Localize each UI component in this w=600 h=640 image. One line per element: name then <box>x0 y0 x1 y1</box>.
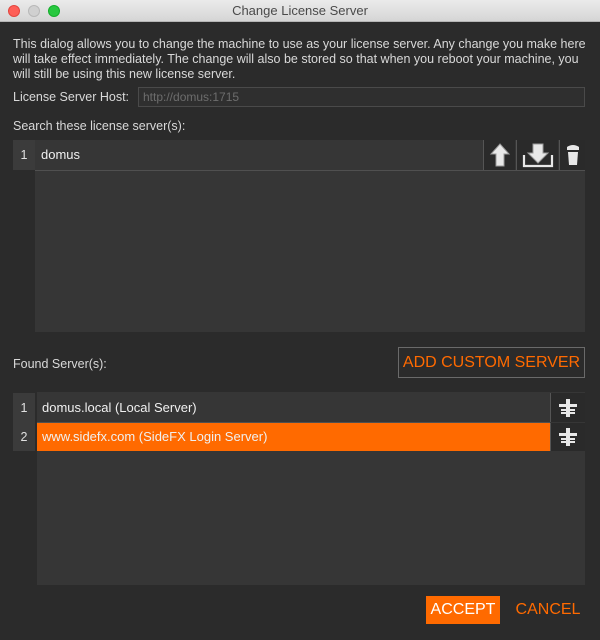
found-servers-label: Found Server(s): <box>13 357 107 371</box>
arrow-up-icon <box>489 143 510 167</box>
search-row-number: 1 <box>13 140 35 170</box>
move-up-button[interactable] <box>483 140 515 170</box>
license-server-host-input[interactable] <box>138 87 585 107</box>
trash-icon <box>566 145 579 165</box>
accept-button[interactable]: ACCEPT <box>426 596 500 624</box>
move-down-button[interactable] <box>516 140 558 170</box>
found-row-number: 1 <box>13 393 35 423</box>
license-server-host-label: License Server Host: <box>13 90 130 104</box>
found-row-sidefx-login[interactable]: www.sidefx.com (SideFX Login Server) <box>42 423 542 451</box>
found-row-domus-local[interactable]: domus.local (Local Server) <box>42 393 542 423</box>
dialog-description: This dialog allows you to change the mac… <box>13 37 586 81</box>
found-row-number: 2 <box>13 423 35 451</box>
add-to-list-icon <box>559 398 577 417</box>
search-servers-label: Search these license server(s): <box>13 119 186 133</box>
cancel-button[interactable]: CANCEL <box>512 596 584 624</box>
window-title: Change License Server <box>232 3 368 18</box>
add-to-list-icon <box>559 428 577 446</box>
search-row-domus[interactable]: domus <box>41 140 481 170</box>
add-custom-server-button[interactable]: ADD CUSTOM SERVER <box>398 347 585 378</box>
arrow-down-icon <box>522 143 553 168</box>
delete-button[interactable] <box>559 140 585 170</box>
add-found-server-button[interactable] <box>550 393 585 422</box>
title-bar: Change License Server <box>0 0 600 22</box>
add-found-server-button[interactable] <box>550 423 585 451</box>
row-divider <box>35 170 585 171</box>
